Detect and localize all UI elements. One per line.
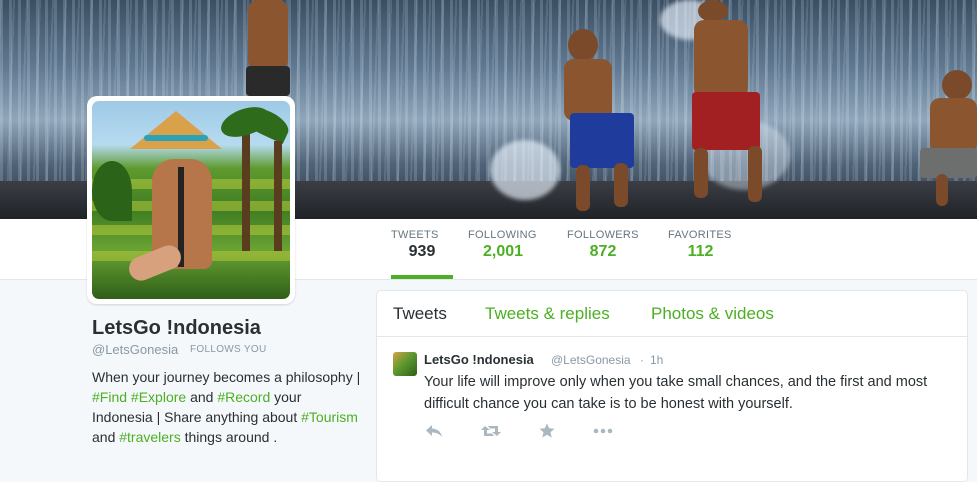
profile-handle[interactable]: @LetsGonesia xyxy=(92,342,178,357)
timeline-panel: Tweets Tweets & replies Photos & videos … xyxy=(376,290,968,482)
tab-photos-and-videos[interactable]: Photos & videos xyxy=(651,304,774,324)
favorite-icon[interactable] xyxy=(538,422,558,440)
hashtag-find[interactable]: #Find xyxy=(92,389,127,405)
follows-you-badge: FOLLOWS YOU xyxy=(190,344,267,355)
tweet-timestamp[interactable]: 1h xyxy=(650,353,663,367)
bio-text: things around . xyxy=(180,429,278,445)
hashtag-explore[interactable]: #Explore xyxy=(131,389,186,405)
stat-tweets-label: TWEETS xyxy=(391,229,439,241)
tab-tweets[interactable]: Tweets xyxy=(393,304,447,324)
reply-icon[interactable] xyxy=(424,422,444,440)
retweet-icon[interactable] xyxy=(480,422,501,440)
tweet-author-handle[interactable]: @LetsGonesia xyxy=(551,353,631,367)
more-icon[interactable] xyxy=(592,422,613,440)
hashtag-tourism[interactable]: #Tourism xyxy=(301,409,358,425)
hashtag-travelers[interactable]: #travelers xyxy=(119,429,180,445)
stat-tweets-value: 939 xyxy=(408,243,436,260)
stat-followers-label: FOLLOWERS xyxy=(567,229,639,241)
tweet[interactable]: LetsGo !ndonesia @LetsGonesia · 1h Your … xyxy=(377,337,967,477)
tweet-separator: · xyxy=(640,353,644,367)
stat-favorites[interactable]: FAVORITES 112 xyxy=(668,229,733,278)
avatar-photo xyxy=(92,101,290,299)
timeline-tabs: Tweets Tweets & replies Photos & videos xyxy=(377,291,967,337)
profile-bio: When your journey becomes a philosophy |… xyxy=(92,367,364,447)
tweet-author-name[interactable]: LetsGo !ndonesia xyxy=(424,352,534,367)
bio-text: and xyxy=(92,429,120,445)
tweet-avatar[interactable] xyxy=(393,352,417,376)
stat-following-label: FOLLOWING xyxy=(468,229,537,241)
profile-name[interactable]: LetsGo !ndonesia xyxy=(92,317,261,340)
hashtag-record[interactable]: #Record xyxy=(217,389,270,405)
stat-favorites-value: 112 xyxy=(687,243,714,260)
stat-followers-value: 872 xyxy=(589,243,617,260)
stat-following[interactable]: FOLLOWING 2,001 xyxy=(468,229,538,278)
stat-followers[interactable]: FOLLOWERS 872 xyxy=(567,229,639,278)
stat-tweets[interactable]: TWEETS 939 xyxy=(391,229,453,279)
bio-text: and xyxy=(186,389,218,405)
profile-avatar[interactable] xyxy=(87,96,295,304)
stat-following-value: 2,001 xyxy=(482,243,524,260)
tweet-text: Your life will improve only when you tak… xyxy=(424,374,928,412)
stat-favorites-label: FAVORITES xyxy=(668,229,732,241)
tab-tweets-and-replies[interactable]: Tweets & replies xyxy=(485,304,610,324)
bio-text: When your journey becomes a philosophy | xyxy=(92,369,361,385)
